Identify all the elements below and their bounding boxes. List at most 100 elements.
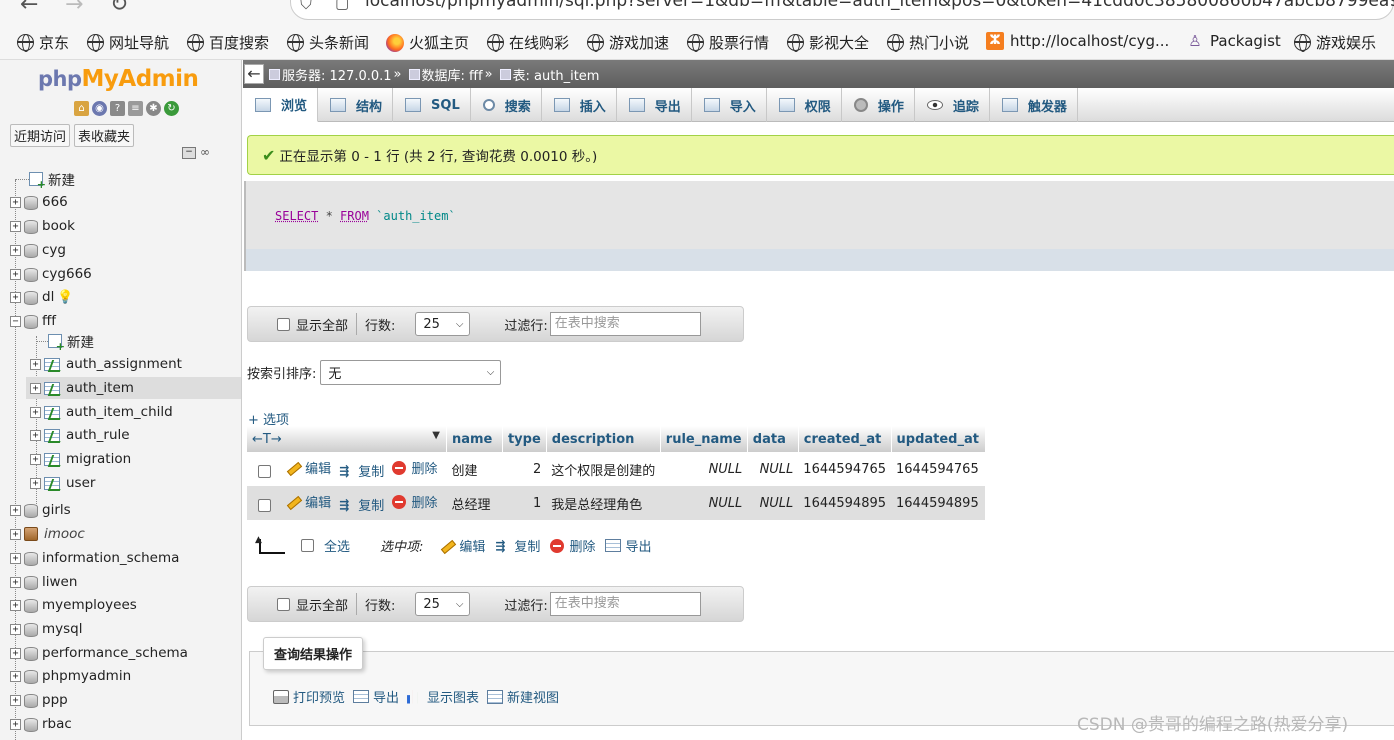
expand-icon[interactable]: + (30, 477, 41, 489)
expand-icon[interactable]: + (10, 528, 21, 540)
cell-rule-name[interactable]: NULL (660, 486, 748, 520)
column-header-created-at[interactable]: created_at (798, 426, 892, 452)
reload-icon[interactable]: ↻ (110, 0, 128, 17)
bookmark-packagist[interactable]: ♙ Packagist (1186, 32, 1281, 50)
create-view-link[interactable]: 新建视图 (487, 687, 559, 706)
back-icon[interactable]: ← (20, 0, 38, 17)
tab-privileges[interactable]: 权限 (767, 88, 842, 122)
cell-description[interactable]: 我是总经理角色 (546, 486, 661, 520)
expand-icon[interactable]: + (30, 429, 41, 441)
tab-sql[interactable]: SQL (393, 88, 471, 122)
tree-db-girls[interactable]: + girls (10, 499, 71, 521)
delete-row-button[interactable]: 删除 (392, 492, 437, 511)
delete-row-button[interactable]: 删除 (392, 458, 437, 477)
cell-description[interactable]: 这个权限是创建的 (546, 452, 661, 486)
cell-type[interactable]: 1 (502, 486, 547, 520)
tree-db-information-schema[interactable]: + information_schema (10, 547, 179, 569)
bookmark-nav[interactable]: 网址导航 (87, 32, 169, 53)
bookmark-localhost[interactable]: ⵣ http://localhost/cyg... (986, 32, 1169, 50)
bookmark-lottery[interactable]: 在线购彩 (487, 32, 569, 53)
expand-icon[interactable]: + (10, 504, 21, 516)
link-icon[interactable]: ∞ (200, 146, 216, 158)
forward-icon[interactable]: → (65, 0, 83, 17)
check-all-checkbox[interactable] (301, 539, 314, 552)
tab-browse[interactable]: 浏览 (243, 88, 319, 122)
favorites-tab[interactable]: 表收藏夹 (74, 124, 135, 147)
tree-db-666[interactable]: +666 (10, 191, 68, 213)
cell-data[interactable]: NULL (747, 486, 799, 520)
sort-index-select[interactable]: 无 ⌵ (320, 360, 502, 385)
tab-import[interactable]: 导入 (692, 88, 767, 122)
tree-table-auth-item-child[interactable]: + auth_item_child (30, 401, 173, 423)
tree-table-auth-assignment[interactable]: + auth_assignment (30, 353, 241, 375)
bookmark-firefox[interactable]: 火狐主页 (386, 32, 469, 53)
column-arrows-header[interactable]: ←T→ ▼ (247, 426, 447, 452)
cell-type[interactable]: 2 (502, 452, 547, 486)
bulk-edit-button[interactable]: 编辑 (439, 536, 485, 555)
tab-triggers[interactable]: 触发器 (990, 88, 1078, 122)
export-link[interactable]: 导出 (353, 687, 399, 706)
expand-icon[interactable]: + (10, 623, 21, 635)
collapse-icon[interactable]: − (10, 315, 21, 327)
sort-down-icon[interactable]: ▼ (432, 430, 440, 441)
tree-table-user[interactable]: + user (30, 472, 95, 494)
filter-rows-input[interactable]: 在表中搜索 (549, 312, 701, 336)
expand-icon[interactable]: + (10, 268, 21, 280)
shield-icon[interactable]: ⛉ (300, 0, 312, 14)
show-all-checkbox[interactable] (277, 317, 290, 331)
expand-icon[interactable]: + (10, 291, 21, 303)
url-text[interactable]: localhost/phpmyadmin/sql.php?server=1&db… (365, 0, 1394, 11)
cell-updated-at[interactable]: 1644594895 (891, 486, 986, 520)
expand-icon[interactable]: + (10, 694, 21, 706)
expand-icon[interactable]: + (10, 552, 21, 564)
print-preview-link[interactable]: 打印预览 (273, 687, 345, 706)
expand-icon[interactable]: + (10, 220, 21, 232)
home-icon[interactable]: ⌂ (74, 101, 89, 116)
sql-query-text[interactable]: SELECT * FROM `auth_item` (275, 209, 456, 223)
show-all-checkbox[interactable] (277, 597, 290, 611)
tree-db-mysql[interactable]: + mysql (10, 618, 83, 640)
cell-created-at[interactable]: 1644594765 (798, 452, 892, 486)
tree-db-book[interactable]: + book (10, 215, 75, 237)
cell-name[interactable]: 创建 (446, 452, 503, 486)
cell-data[interactable]: NULL (747, 452, 799, 486)
bulk-delete-button[interactable]: 删除 (550, 536, 595, 555)
tree-db-performance-schema[interactable]: + performance_schema (10, 642, 188, 664)
edit-row-button[interactable]: 编辑 (285, 492, 331, 511)
phpmyadmin-logo[interactable]: phpMyAdmin (38, 66, 199, 92)
cell-updated-at[interactable]: 1644594765 (891, 452, 986, 486)
bookmark-games[interactable]: 游戏娱乐 (1294, 32, 1376, 53)
bookmark-novels[interactable]: 热门小说 (887, 32, 969, 53)
tab-search[interactable]: 搜索 (471, 88, 542, 122)
tree-db-fff[interactable]: − fff (10, 310, 56, 332)
tree-table-auth-item[interactable]: + auth_item (26, 377, 241, 399)
expand-icon[interactable]: + (10, 599, 21, 611)
bookmark-movies[interactable]: 影视大全 (787, 32, 869, 53)
tab-operations[interactable]: 操作 (842, 88, 915, 122)
edit-row-button[interactable]: 编辑 (285, 458, 331, 477)
collapse-panel-icon[interactable]: ← (244, 64, 264, 84)
column-header-data[interactable]: data (747, 426, 799, 452)
collapse-all-icon[interactable]: − (182, 147, 196, 159)
tree-table-auth-rule[interactable]: + auth_rule (30, 424, 130, 446)
tree-db-liwen[interactable]: + liwen (10, 571, 77, 593)
expand-icon[interactable]: + (10, 647, 21, 659)
row-checkbox[interactable] (258, 498, 271, 512)
check-all-label[interactable]: 全选 (324, 536, 350, 555)
rows-select[interactable]: 25 ⌵ (415, 312, 471, 336)
reload-icon[interactable]: ↻ (164, 101, 179, 116)
tree-db-cyg666[interactable]: + cyg666 (10, 263, 92, 285)
expand-icon[interactable]: + (30, 382, 41, 394)
docs-icon[interactable]: ? (110, 101, 125, 116)
tree-new-database[interactable]: 新建 (15, 168, 75, 191)
tree-db-myemployees[interactable]: + myemployees (10, 594, 137, 616)
expand-icon[interactable]: + (30, 453, 41, 465)
tree-db-cyg[interactable]: + cyg (10, 239, 66, 261)
gear-icon[interactable]: ✱ (146, 101, 161, 116)
copy-row-button[interactable]: ⇶ 复制 (339, 495, 384, 515)
expand-icon[interactable]: + (30, 406, 41, 418)
column-header-type[interactable]: type (502, 426, 547, 452)
logout-icon[interactable]: ◉ (92, 101, 107, 116)
tree-table-migration[interactable]: + migration (30, 448, 131, 470)
expand-icon[interactable]: + (30, 358, 41, 370)
